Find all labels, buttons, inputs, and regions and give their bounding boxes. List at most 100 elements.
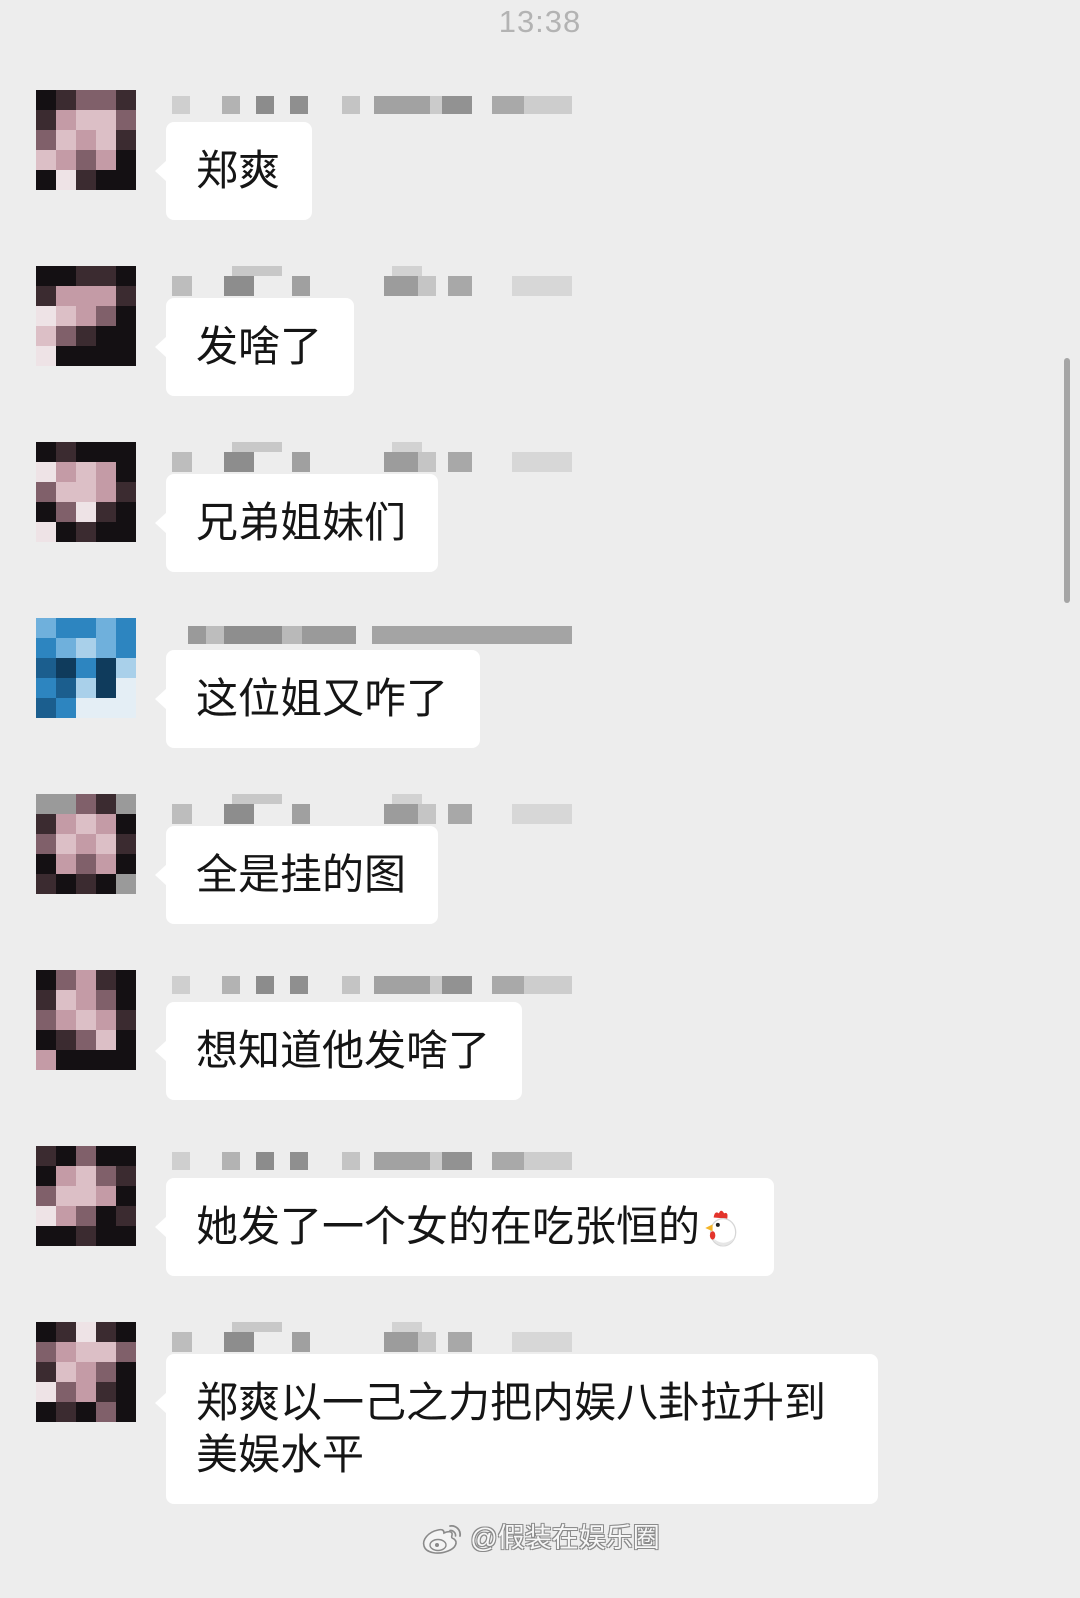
avatar-pixel [36, 638, 56, 658]
avatar-pixel [36, 306, 56, 326]
avatar[interactable] [36, 970, 136, 1070]
avatar-pixel [76, 502, 96, 522]
avatar-pixel [56, 698, 76, 718]
avatar[interactable] [36, 794, 136, 894]
avatar[interactable] [36, 1322, 136, 1422]
message-bubble[interactable]: 兄弟姐妹们 [154, 474, 439, 572]
avatar-pixel [116, 286, 136, 306]
avatar-pixel [116, 346, 136, 366]
avatar-pixel [96, 990, 116, 1010]
avatar-pixel [56, 90, 76, 110]
sender-name-redacted [172, 1322, 572, 1352]
avatar-pixel [36, 618, 56, 638]
avatar[interactable] [36, 266, 136, 366]
avatar-pixel [116, 1382, 136, 1402]
avatar-pixel [76, 1186, 96, 1206]
message-bubble[interactable]: 她发了一个女的在吃张恒的 [154, 1178, 775, 1276]
avatar-pixel [36, 1166, 56, 1186]
message-bubble[interactable]: 郑爽 [154, 122, 313, 220]
avatar-pixel [76, 1342, 96, 1362]
message-text: 想知道他发啥了 [196, 1027, 491, 1074]
avatar-pixel [96, 442, 116, 462]
avatar-pixel [116, 1322, 136, 1342]
message-text: 兄弟姐妹们 [196, 499, 407, 546]
avatar-pixel [76, 1382, 96, 1402]
avatar-pixel [56, 794, 76, 814]
avatar-pixel [56, 462, 76, 482]
avatar-pixel [56, 482, 76, 502]
avatar-pixel [96, 1030, 116, 1050]
message-bubble[interactable]: 发啥了 [154, 298, 355, 396]
avatar-pixel [76, 130, 96, 150]
avatar-pixel [116, 1030, 136, 1050]
avatar-pixel [96, 1146, 116, 1166]
avatar-pixel [36, 1362, 56, 1382]
avatar-pixel [116, 90, 136, 110]
avatar-pixel [56, 874, 76, 894]
avatar-pixel [76, 306, 96, 326]
avatar-pixel [56, 1382, 76, 1402]
avatar-pixel [96, 1402, 116, 1422]
avatar-pixel [56, 990, 76, 1010]
avatar-pixel [56, 1186, 76, 1206]
avatar[interactable] [36, 90, 136, 190]
avatar-pixel [56, 970, 76, 990]
avatar-pixel [116, 326, 136, 346]
message-text: 发啥了 [196, 323, 323, 370]
avatar-pixel [36, 502, 56, 522]
avatar-pixel [76, 1362, 96, 1382]
avatar-pixel [116, 618, 136, 638]
avatar-pixel [76, 286, 96, 306]
avatar-pixel [56, 1402, 76, 1422]
avatar-pixel [56, 1050, 76, 1070]
avatar-pixel [116, 306, 136, 326]
avatar-pixel [36, 522, 56, 542]
message-text: 郑爽 [196, 147, 281, 194]
avatar-pixel [116, 150, 136, 170]
avatar-pixel [96, 326, 116, 346]
avatar-pixel [56, 110, 76, 130]
avatar-pixel [76, 1226, 96, 1246]
avatar-pixel [36, 814, 56, 834]
avatar-pixel [56, 618, 76, 638]
scrollbar-thumb[interactable] [1064, 358, 1070, 603]
avatar-pixel [36, 1206, 56, 1226]
avatar-pixel [36, 1342, 56, 1362]
avatar-pixel [56, 1010, 76, 1030]
avatar-pixel [36, 834, 56, 854]
avatar-pixel [76, 1322, 96, 1342]
avatar[interactable] [36, 1146, 136, 1246]
avatar-pixel [76, 90, 96, 110]
message-timestamp: 13:38 [498, 4, 582, 39]
avatar-pixel [76, 794, 96, 814]
avatar-pixel [76, 482, 96, 502]
avatar-pixel [96, 658, 116, 678]
avatar-pixel [96, 150, 116, 170]
avatar-pixel [96, 1226, 116, 1246]
watermark: @假装在娱乐圈 [0, 1520, 1080, 1556]
avatar[interactable] [36, 442, 136, 542]
message-bubble[interactable]: 郑爽以一己之力把内娱八卦拉升到美娱水平 [155, 1354, 878, 1504]
avatar[interactable] [36, 618, 136, 718]
chat-message-list[interactable]: 郑爽 发啥了 兄弟姐妹们 这位姐又咋了 全是挂的图 想知道他发啥了 她发了一个女… [0, 90, 1080, 1504]
avatar-pixel [56, 854, 76, 874]
avatar-pixel [96, 346, 116, 366]
avatar-pixel [76, 442, 96, 462]
avatar-pixel [96, 678, 116, 698]
chat-message: 郑爽 [0, 90, 1080, 220]
avatar-pixel [36, 346, 56, 366]
avatar-pixel [76, 326, 96, 346]
avatar-pixel [76, 170, 96, 190]
message-bubble[interactable]: 这位姐又咋了 [154, 650, 481, 748]
avatar-pixel [56, 1146, 76, 1166]
avatar-pixel [76, 618, 96, 638]
avatar-pixel [96, 1166, 116, 1186]
message-bubble[interactable]: 想知道他发啥了 [154, 1002, 523, 1100]
message-bubble[interactable]: 全是挂的图 [154, 826, 439, 924]
avatar-pixel [116, 854, 136, 874]
avatar-pixel [36, 1186, 56, 1206]
avatar-pixel [116, 1342, 136, 1362]
avatar-pixel [116, 834, 136, 854]
avatar-pixel [76, 150, 96, 170]
avatar-pixel [36, 442, 56, 462]
